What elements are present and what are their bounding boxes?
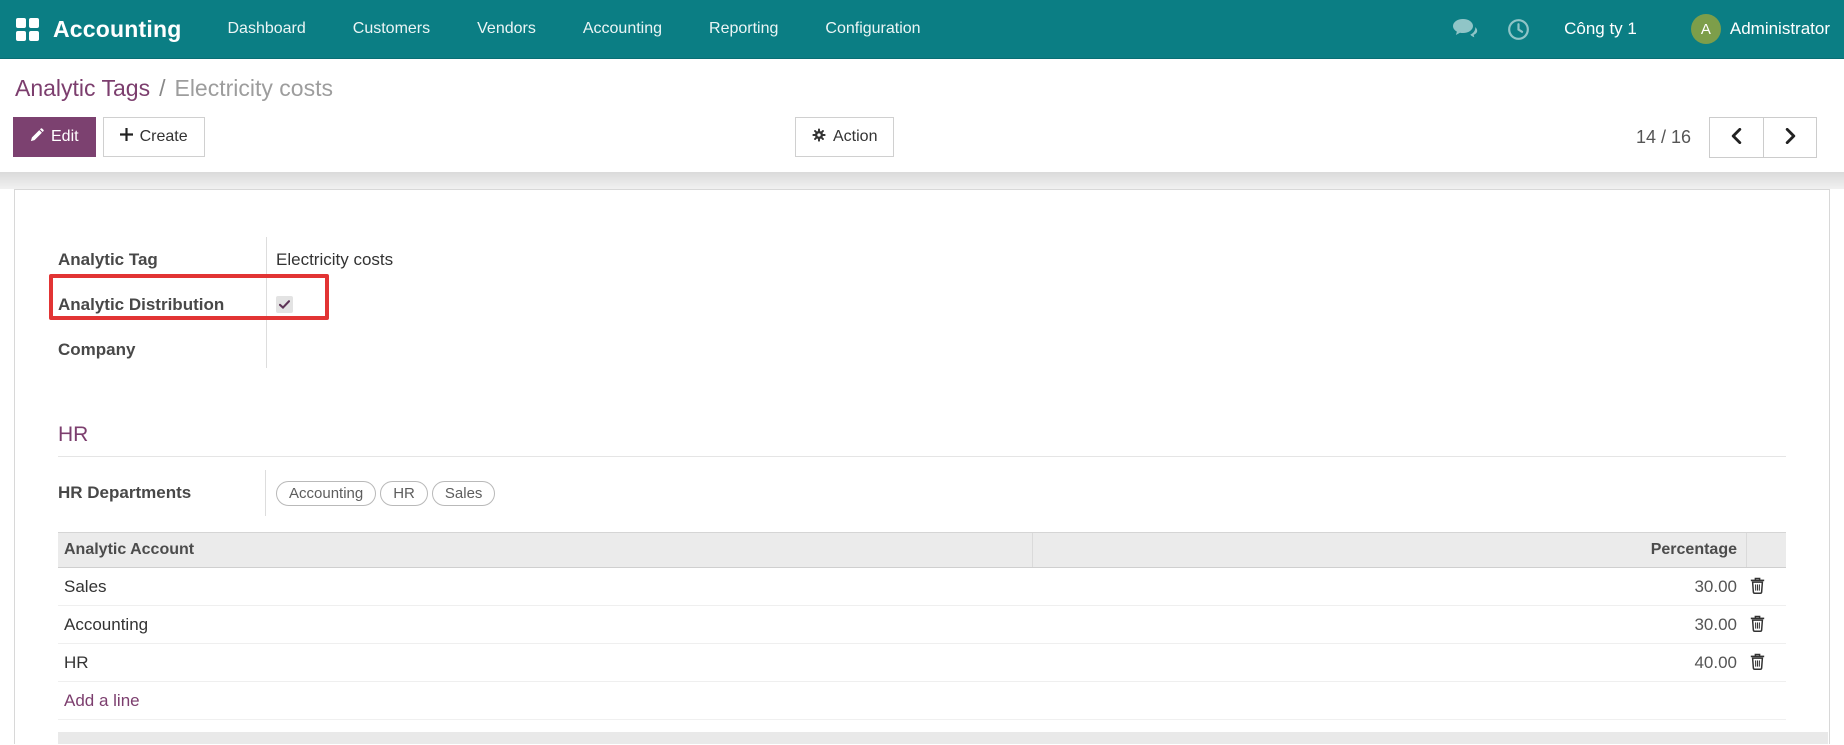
account-cell[interactable]: Sales (58, 577, 1032, 597)
company-label: Company (58, 339, 136, 359)
pager-count: 14 / 16 (1635, 127, 1691, 147)
percentage-cell[interactable]: 30.00 (1032, 577, 1746, 597)
trash-icon (1750, 577, 1765, 597)
hr-departments-label: HR Departments (58, 483, 192, 502)
breadcrumb-parent-link[interactable]: Analytic Tags (15, 75, 150, 102)
hr-departments-row: HR Departments Accounting HR Sales (58, 470, 678, 516)
navbar-right: Công ty 1 A Administrator (1452, 14, 1830, 44)
checkmark-icon (278, 296, 291, 314)
breadcrumb-current: Electricity costs (174, 75, 333, 101)
main-menu: Dashboard Customers Vendors Accounting R… (228, 20, 921, 38)
delete-row-button[interactable] (1750, 615, 1765, 635)
top-navbar: Accounting Dashboard Customers Vendors A… (0, 0, 1844, 59)
pencil-icon (30, 127, 44, 147)
add-a-line-link[interactable]: Add a line (58, 691, 140, 711)
account-cell[interactable]: Accounting (58, 615, 1032, 635)
activities-clock-icon[interactable] (1507, 18, 1530, 41)
pager-next-button[interactable] (1763, 118, 1816, 157)
tag-sales[interactable]: Sales (431, 480, 496, 506)
panel-shadow-divider (0, 172, 1844, 189)
user-menu[interactable]: Administrator (1730, 19, 1830, 39)
menu-customers[interactable]: Customers (353, 20, 430, 38)
edit-button[interactable]: Edit (13, 117, 96, 157)
column-header-actions (1746, 533, 1786, 567)
menu-dashboard[interactable]: Dashboard (228, 20, 306, 38)
app-window: Accounting Dashboard Customers Vendors A… (0, 0, 1844, 745)
percentage-cell[interactable]: 40.00 (1032, 653, 1746, 673)
analytic-distribution-row: Analytic Distribution (58, 282, 678, 327)
app-title[interactable]: Accounting (53, 16, 182, 43)
pager: 14 / 16 (1636, 117, 1817, 158)
create-button-label: Create (139, 128, 188, 145)
analytic-tag-label: Analytic Tag (58, 249, 158, 269)
edit-button-label: Edit (51, 128, 79, 145)
action-button-label: Action (833, 128, 878, 145)
tag-accounting[interactable]: Accounting (276, 480, 377, 506)
apps-menu-icon[interactable] (16, 17, 39, 41)
menu-accounting[interactable]: Accounting (583, 20, 662, 38)
bottom-scroll-strip (58, 732, 1828, 744)
menu-configuration[interactable]: Configuration (825, 20, 920, 38)
hr-departments-tags: Accounting HR Sales (266, 480, 496, 506)
form-sheet: Analytic Tag Electricity costs Analytic … (14, 189, 1830, 744)
table-row[interactable]: Sales 30.00 (58, 568, 1786, 606)
main-field-group: Analytic Tag Electricity costs Analytic … (49, 237, 678, 372)
analytic-tag-value: Electricity costs (276, 249, 394, 269)
breadcrumb: Analytic Tags / Electricity costs (0, 59, 1844, 102)
pager-previous-button[interactable] (1710, 118, 1763, 157)
breadcrumb-separator: / (159, 75, 166, 101)
analytic-tag-row: Analytic Tag Electricity costs (58, 237, 678, 282)
company-switcher[interactable]: Công ty 1 (1564, 19, 1637, 39)
table-header: Analytic Account Percentage (58, 532, 1786, 568)
menu-vendors[interactable]: Vendors (477, 20, 536, 38)
tag-hr[interactable]: HR (380, 480, 428, 506)
percentage-cell[interactable]: 30.00 (1032, 615, 1746, 635)
avatar[interactable]: A (1690, 14, 1721, 44)
company-row: Company (58, 327, 678, 372)
messages-icon[interactable] (1452, 18, 1479, 40)
action-button[interactable]: Action (795, 117, 895, 157)
table-row[interactable]: HR 40.00 (58, 644, 1786, 682)
plus-icon (119, 128, 133, 146)
trash-icon (1750, 615, 1765, 635)
analytic-distribution-checkbox[interactable] (276, 296, 293, 313)
trash-icon (1750, 653, 1765, 673)
table-row[interactable]: Accounting 30.00 (58, 606, 1786, 644)
chevron-right-icon (1785, 127, 1796, 147)
create-button[interactable]: Create (102, 117, 205, 157)
column-header-percentage[interactable]: Percentage (1032, 533, 1746, 567)
delete-row-button[interactable] (1750, 577, 1765, 597)
add-line-row: Add a line (58, 682, 1786, 720)
section-title-hr: HR (58, 423, 1786, 457)
control-panel: Edit Create Action 14 / 16 (0, 117, 1844, 158)
menu-reporting[interactable]: Reporting (709, 20, 778, 38)
chevron-left-icon (1731, 127, 1742, 147)
account-cell[interactable]: HR (58, 653, 1032, 673)
analytic-account-table: Analytic Account Percentage Sales 30.00 (58, 532, 1786, 720)
analytic-distribution-label: Analytic Distribution (58, 294, 225, 314)
column-header-analytic-account[interactable]: Analytic Account (58, 533, 1032, 567)
delete-row-button[interactable] (1750, 653, 1765, 673)
gear-icon (812, 127, 826, 147)
